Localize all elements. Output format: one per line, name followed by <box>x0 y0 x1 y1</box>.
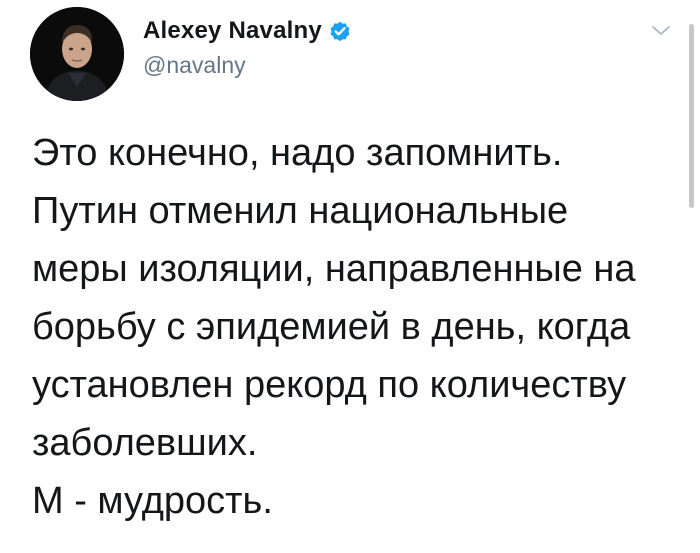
tweet-text-line: Это конечно, надо запомнить. <box>32 132 563 174</box>
scrollbar[interactable] <box>689 24 694 208</box>
verified-badge-icon <box>328 19 352 43</box>
tweet-text: Это конечно, надо запомнить. Путин отмен… <box>32 124 682 530</box>
tweet-text-line: заболевших. <box>32 422 258 464</box>
author-name-row[interactable]: Alexey Navalny <box>143 17 352 45</box>
author-handle[interactable]: @navalny <box>143 52 246 79</box>
author-display-name[interactable]: Alexey Navalny <box>143 17 322 45</box>
tweet-text-line: Путин отменил национальные <box>32 190 569 232</box>
tweet-text-line: установлен рекорд по количеству <box>32 364 627 406</box>
avatar-image <box>30 7 124 101</box>
avatar[interactable] <box>30 7 124 101</box>
tweet-text-line: борьбу с эпидемией в день, когда <box>32 306 631 348</box>
tweet-text-line: меры изоляции, направленные на <box>32 248 636 290</box>
chevron-down-icon[interactable] <box>648 22 674 40</box>
tweet-card: Alexey Navalny @navalny Это конечно, над… <box>0 0 700 553</box>
tweet-text-line: М - мудрость. <box>32 480 273 522</box>
